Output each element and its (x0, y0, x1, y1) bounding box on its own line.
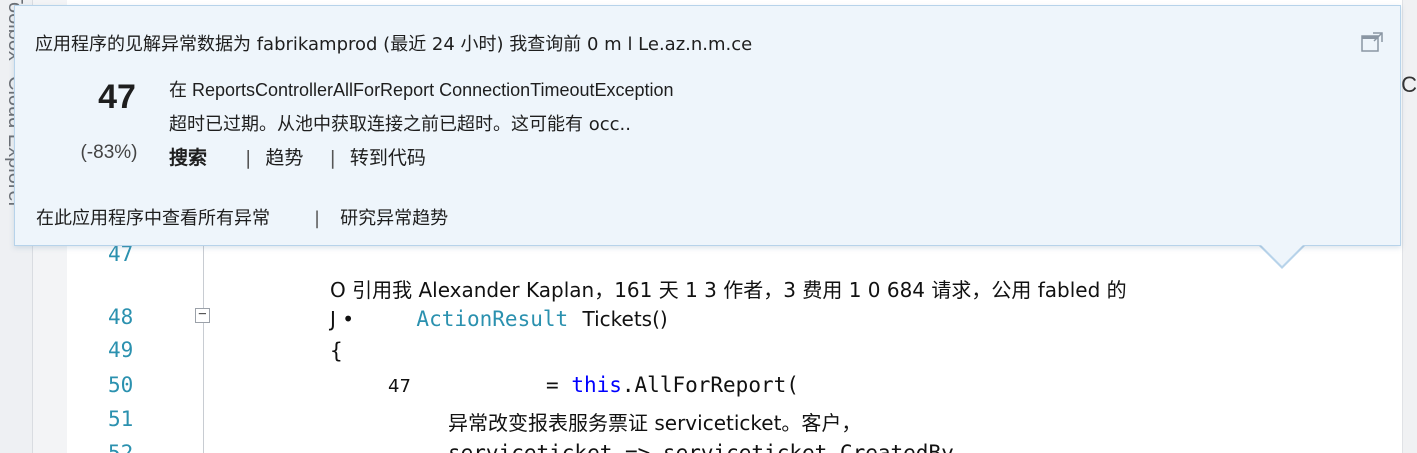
exception-count: 47 (98, 78, 136, 116)
line-number: 52 (108, 441, 134, 453)
line-prefix: J • (330, 307, 355, 331)
link-separator: | (245, 147, 252, 169)
return-type: ActionResult (416, 307, 569, 331)
go-to-code-link[interactable]: 转到代码 (350, 147, 426, 169)
exception-change: (-83%) (80, 142, 138, 163)
screen: Toolbox Cloud Explorer C 47 48 49 50 51 … (0, 0, 1417, 453)
code-line-52: serviceticket => serviceticket.CreatedBy (448, 441, 954, 453)
popup-footer: 在此应用程序中查看所有异常 | 研究异常趋势 (36, 204, 448, 230)
outline-guide (203, 232, 204, 453)
method-name: Tickets() (582, 307, 668, 331)
search-link[interactable]: 搜索 (169, 147, 207, 169)
line-number: 48 (108, 305, 134, 329)
popup-title: 应用程序的见解异常数据为 fabrikamprod (最近 24 小时) 我查询… (35, 34, 753, 55)
exception-insights-popup: 应用程序的见解异常数据为 fabrikamprod (最近 24 小时) 我查询… (14, 5, 1401, 246)
popout-icon[interactable] (1361, 32, 1383, 52)
collapse-toggle-icon[interactable]: − (195, 307, 210, 323)
exception-message: 超时已过期。从池中获取连接之前已超时。这可能有 occ.. (169, 114, 631, 135)
codelens-info[interactable]: O 引用我 Alexander Kaplan，161 天 1 3 作者，3 费用… (330, 274, 1127, 303)
assignment-operator: = (546, 373, 559, 397)
view-all-exceptions-link[interactable]: 在此应用程序中查看所有异常 (36, 208, 270, 229)
code-line-49: { (330, 339, 343, 363)
this-keyword: this (571, 373, 622, 397)
line-number: 51 (108, 407, 134, 431)
code-line-50: = this.AllForReport( (546, 373, 799, 397)
trend-link[interactable]: 趋势 (265, 147, 303, 169)
exception-badge[interactable]: 47 (388, 376, 411, 397)
method-call: .AllForReport( (621, 373, 799, 397)
exception-links: 搜索 | 趋势 | 转到代码 (169, 143, 426, 170)
code-line-48: J • ActionResult Tickets() (330, 307, 668, 331)
editor-scrollbar[interactable] (1402, 0, 1417, 453)
exception-name: 在 ReportsControllerAllForReport Connecti… (169, 80, 674, 100)
line-number: 50 (108, 373, 134, 397)
right-panel-partial-text: C (1401, 72, 1417, 97)
line-number: 49 (108, 338, 134, 362)
popup-pointer-fill (1260, 244, 1304, 266)
link-separator: | (329, 147, 336, 169)
explore-trends-link[interactable]: 研究异常趋势 (340, 208, 448, 229)
footer-separator: | (314, 208, 321, 229)
code-line-51: 异常改变报表服务票证 serviceticket。客户， (448, 411, 862, 435)
